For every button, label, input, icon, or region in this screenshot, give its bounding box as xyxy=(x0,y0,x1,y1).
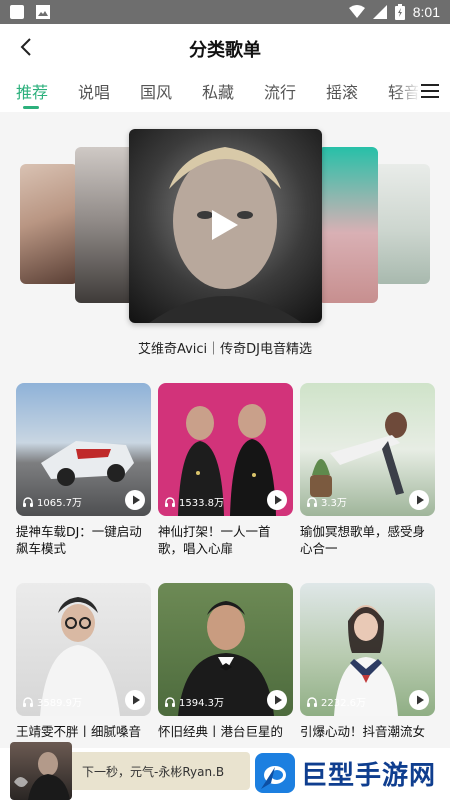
playlist-cover[interactable]: 2232.6万 xyxy=(300,583,435,716)
category-menu-button[interactable] xyxy=(418,79,442,103)
wifi-icon xyxy=(348,5,365,18)
watermark-emblem xyxy=(255,753,295,793)
play-count: 2232.6万 xyxy=(321,698,366,709)
playlist-cover[interactable]: 3589.9万 xyxy=(16,583,151,716)
playlist-cover[interactable]: 1065.7万 xyxy=(16,383,151,516)
playlist-cover[interactable]: 3.3万 xyxy=(300,383,435,516)
card-play-button[interactable] xyxy=(125,690,145,710)
play-count: 1533.8万 xyxy=(179,498,224,509)
card-play-button[interactable] xyxy=(267,690,287,710)
tab-rock[interactable]: 摇滚 xyxy=(326,79,358,103)
tab-guofeng[interactable]: 国风 xyxy=(140,79,172,103)
headphones-icon xyxy=(165,496,175,507)
play-count: 3.3万 xyxy=(321,498,347,509)
card-play-button[interactable] xyxy=(125,490,145,510)
card-play-button[interactable] xyxy=(409,490,429,510)
play-icon xyxy=(133,695,140,705)
tab-recommend[interactable]: 推荐 xyxy=(16,79,48,103)
play-count: 3589.9万 xyxy=(37,698,82,709)
play-icon xyxy=(417,495,424,505)
app-header: 分类歌单 xyxy=(0,24,450,70)
carousel-cover[interactable] xyxy=(318,147,378,303)
headphones-icon xyxy=(23,496,33,507)
playlist-title[interactable]: 怀旧经典丨港台巨星的 xyxy=(158,723,293,740)
page-title: 分类歌单 xyxy=(189,40,261,61)
play-icon xyxy=(133,495,140,505)
headphones-icon xyxy=(23,696,33,707)
hamburger-menu-icon xyxy=(421,84,439,98)
carousel-cover[interactable] xyxy=(374,164,430,284)
watermark-text: 巨型手游网 xyxy=(301,760,437,791)
headphones-icon xyxy=(307,496,317,507)
now-playing-cover[interactable] xyxy=(10,742,72,800)
category-tabs: 推荐 说唱 国风 私藏 流行 摇滚 轻音 xyxy=(0,70,450,112)
playlist-cover[interactable]: 1394.3万 xyxy=(158,583,293,716)
playlist-cover[interactable]: 1533.8万 xyxy=(158,383,293,516)
playlist-title[interactable]: 引爆心动！抖音潮流女 xyxy=(300,723,435,740)
active-tab-indicator xyxy=(23,106,39,109)
play-count: 1065.7万 xyxy=(37,498,82,509)
card-play-button[interactable] xyxy=(409,690,429,710)
headphones-icon xyxy=(307,696,317,707)
playlist-title[interactable]: 神仙打架！一人一首歌，唱入心扉 xyxy=(158,523,293,557)
notification-icon xyxy=(10,5,24,19)
featured-carousel: 艾维奇Avici｜传奇DJ电音精选 xyxy=(0,112,450,370)
play-icon xyxy=(275,695,282,705)
play-icon xyxy=(275,495,282,505)
playlist-title[interactable]: 提神车载DJ：一键启动飙车模式 xyxy=(16,523,151,557)
featured-caption[interactable]: 艾维奇Avici｜传奇DJ电音精选 xyxy=(0,338,450,357)
card-play-button[interactable] xyxy=(267,490,287,510)
signal-icon xyxy=(372,5,387,19)
tab-rap[interactable]: 说唱 xyxy=(78,79,110,103)
play-icon xyxy=(417,695,424,705)
now-playing-text[interactable]: 下一秒，元气-永彬Ryan.B xyxy=(72,752,250,790)
tab-pop[interactable]: 流行 xyxy=(264,79,296,103)
headphones-icon xyxy=(165,696,175,707)
playlist-title[interactable]: 王靖雯不胖丨细腻嗓音 xyxy=(16,723,151,740)
tab-fade xyxy=(394,70,420,112)
image-notification-icon xyxy=(36,5,50,19)
status-bar: 8:01 xyxy=(0,0,450,24)
watermark-logo: 巨型手游网 xyxy=(255,750,445,796)
play-count: 1394.3万 xyxy=(179,698,224,709)
carousel-cover[interactable] xyxy=(20,164,78,284)
play-icon[interactable] xyxy=(210,208,240,242)
clock: 8:01 xyxy=(412,4,440,20)
tab-private[interactable]: 私藏 xyxy=(202,79,234,103)
battery-icon xyxy=(394,4,405,20)
playlist-title[interactable]: 瑜伽冥想歌单，感受身心合一 xyxy=(300,523,435,557)
